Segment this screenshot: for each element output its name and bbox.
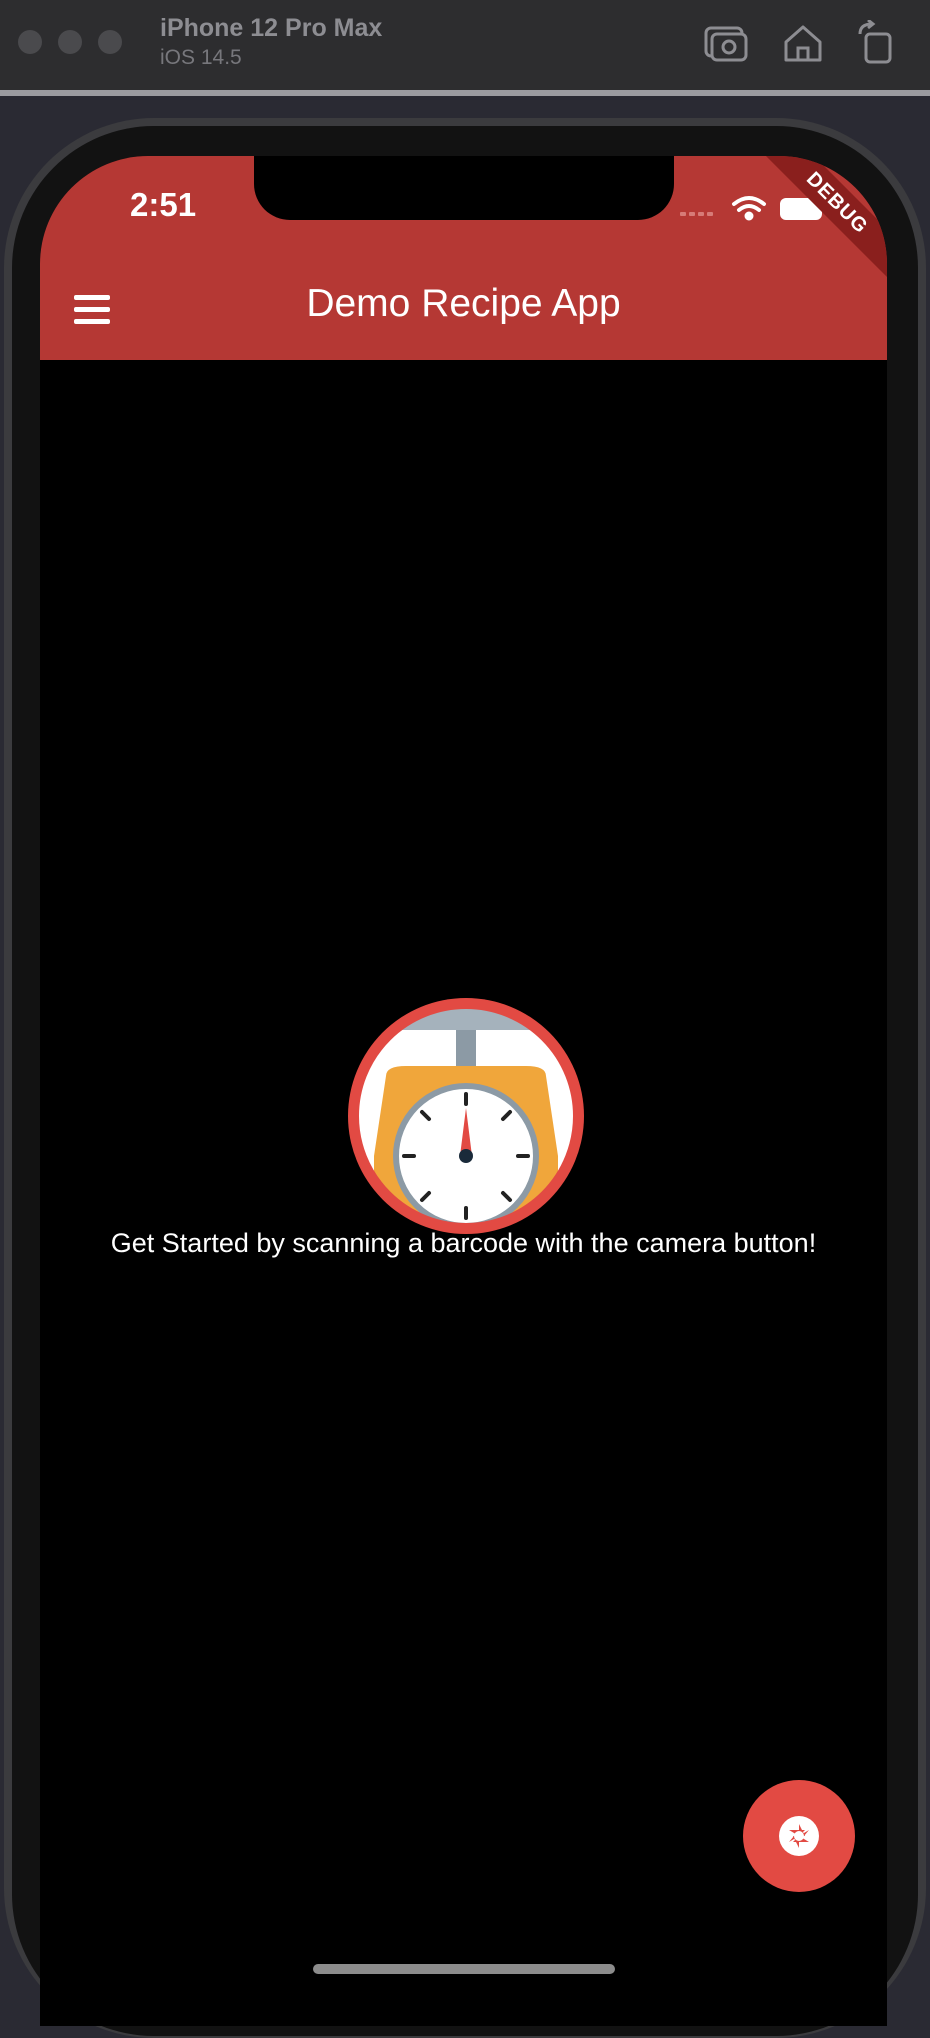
camera-fab-button[interactable] — [743, 1780, 855, 1892]
minimize-window-button[interactable] — [58, 30, 82, 54]
zoom-window-button[interactable] — [98, 30, 122, 54]
close-window-button[interactable] — [18, 30, 42, 54]
screenshot-button[interactable] — [700, 20, 750, 66]
notch — [254, 156, 674, 220]
app-title: Demo Recipe App — [306, 282, 621, 325]
phone-screen: 2:51 DEBUG Demo Recipe App Get Started b… — [40, 156, 887, 2026]
get-started-prompt: Get Started by scanning a barcode with t… — [110, 1228, 817, 1258]
status-time: 2:51 — [130, 186, 197, 223]
rotate-button[interactable] — [852, 18, 902, 66]
simulator-titlebar: iPhone 12 Pro Max iOS 14.5 — [0, 0, 930, 96]
home-icon — [784, 25, 822, 62]
wifi-icon — [732, 196, 766, 221]
rotate-icon — [858, 18, 892, 64]
signal-icon — [680, 212, 713, 216]
kitchen-scale-icon — [348, 998, 584, 1234]
device-name: iPhone 12 Pro Max — [160, 14, 383, 42]
screenshot-icon — [704, 26, 748, 62]
home-indicator[interactable] — [313, 1964, 615, 1974]
app-bar: 2:51 DEBUG Demo Recipe App — [40, 156, 887, 360]
os-version: iOS 14.5 — [160, 46, 242, 69]
camera-shutter-icon — [779, 1816, 819, 1856]
home-button[interactable] — [778, 20, 828, 66]
